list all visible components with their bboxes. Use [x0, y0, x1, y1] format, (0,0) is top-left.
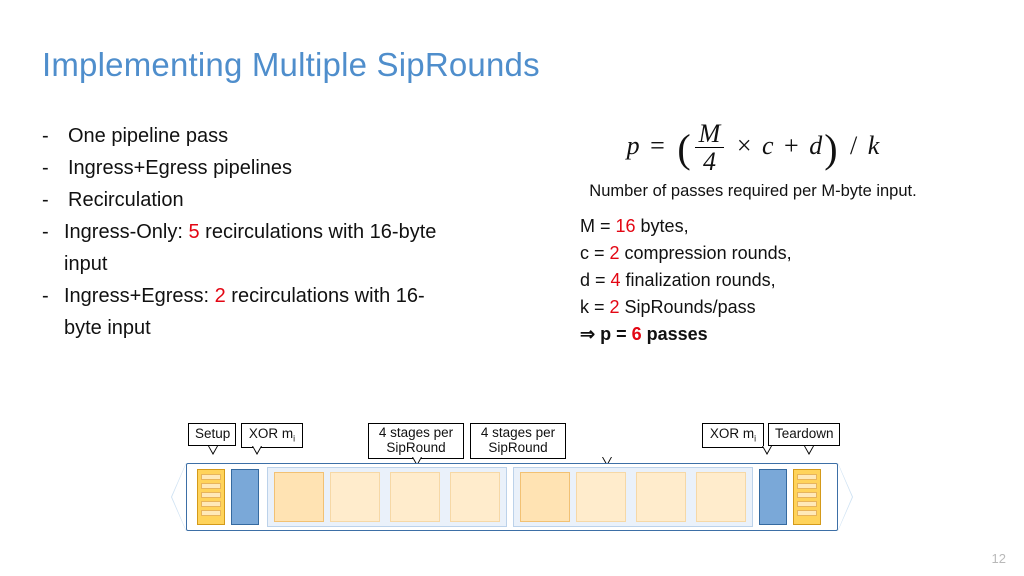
label-xor: XOR mi — [241, 423, 303, 448]
stage-xor — [231, 469, 259, 525]
bullet-item: -Ingress+Egress pipelines — [42, 152, 444, 184]
bullet-text: Recirculation — [68, 184, 184, 216]
label-siprounds: 4 stages per SipRound — [368, 423, 464, 459]
bullet-text: One pipeline pass — [68, 120, 228, 152]
bullet-text: Ingress+Egress pipelines — [68, 152, 292, 184]
stage-sipround — [450, 472, 500, 522]
highlight-number: 2 — [215, 285, 226, 307]
highlight-number: 4 — [611, 270, 621, 290]
label-setup: Setup — [188, 423, 236, 446]
stage-sipround — [576, 472, 626, 522]
highlight-number: 16 — [616, 216, 636, 236]
pipeline-chassis — [186, 463, 838, 531]
pointer-icon — [762, 446, 772, 455]
formula-caption: Number of passes required per M-byte inp… — [518, 182, 988, 201]
bullet-text: Ingress-Only: 5 recirculations with 16-b… — [64, 216, 444, 280]
formula: p = (M4 × c + d) / k — [518, 120, 988, 176]
arrow-left-icon — [171, 463, 186, 531]
param-row: k = 2 SipRounds/pass — [580, 294, 988, 321]
bullet-list: -One pipeline pass -Ingress+Egress pipel… — [42, 120, 444, 344]
stage-sipround — [330, 472, 380, 522]
pointer-icon — [252, 446, 262, 455]
highlight-number: 6 — [632, 324, 642, 344]
sub-bullet-item: - Ingress+Egress: 2 recirculations with … — [42, 280, 444, 344]
param-row: M = 16 bytes, — [580, 213, 988, 240]
label-siprounds: 4 stages per SipRound — [470, 423, 566, 459]
bullet-item: -Recirculation — [42, 184, 444, 216]
stage-sipround — [520, 472, 570, 522]
slide: Implementing Multiple SipRounds -One pip… — [0, 0, 1024, 576]
stage-sipround — [274, 472, 324, 522]
bullet-item: -One pipeline pass — [42, 120, 444, 152]
highlight-number: 2 — [610, 297, 620, 317]
parameter-list: M = 16 bytes, c = 2 compression rounds, … — [580, 213, 988, 348]
stage-sipround — [696, 472, 746, 522]
stage-sipround — [390, 472, 440, 522]
pointer-icon — [804, 446, 814, 455]
param-row: d = 4 finalization rounds, — [580, 267, 988, 294]
pipeline-labels: Setup XOR mi 4 stages per SipRound 4 sta… — [186, 423, 838, 463]
bullet-text: Ingress+Egress: 2 recirculations with 16… — [64, 280, 444, 344]
param-row: c = 2 compression rounds, — [580, 240, 988, 267]
label-teardown: Teardown — [768, 423, 840, 446]
pipeline-diagram: Setup XOR mi 4 stages per SipRound 4 sta… — [186, 423, 838, 533]
stage-xor — [759, 469, 787, 525]
param-result: ⇒ p = 6 passes — [580, 321, 988, 348]
formula-panel: p = (M4 × c + d) / k Number of passes re… — [518, 120, 988, 348]
page-number: 12 — [992, 551, 1006, 566]
slide-title: Implementing Multiple SipRounds — [42, 46, 540, 84]
pointer-icon — [208, 446, 218, 455]
stage-teardown — [793, 469, 821, 525]
stage-group — [267, 467, 507, 527]
stage-sipround — [636, 472, 686, 522]
stage-setup — [197, 469, 225, 525]
label-xor: XOR mi — [702, 423, 764, 448]
highlight-number: 2 — [610, 243, 620, 263]
highlight-number: 5 — [188, 221, 199, 243]
stage-group — [513, 467, 753, 527]
arrow-right-icon — [838, 463, 853, 531]
sub-bullet-item: - Ingress-Only: 5 recirculations with 16… — [42, 216, 444, 280]
